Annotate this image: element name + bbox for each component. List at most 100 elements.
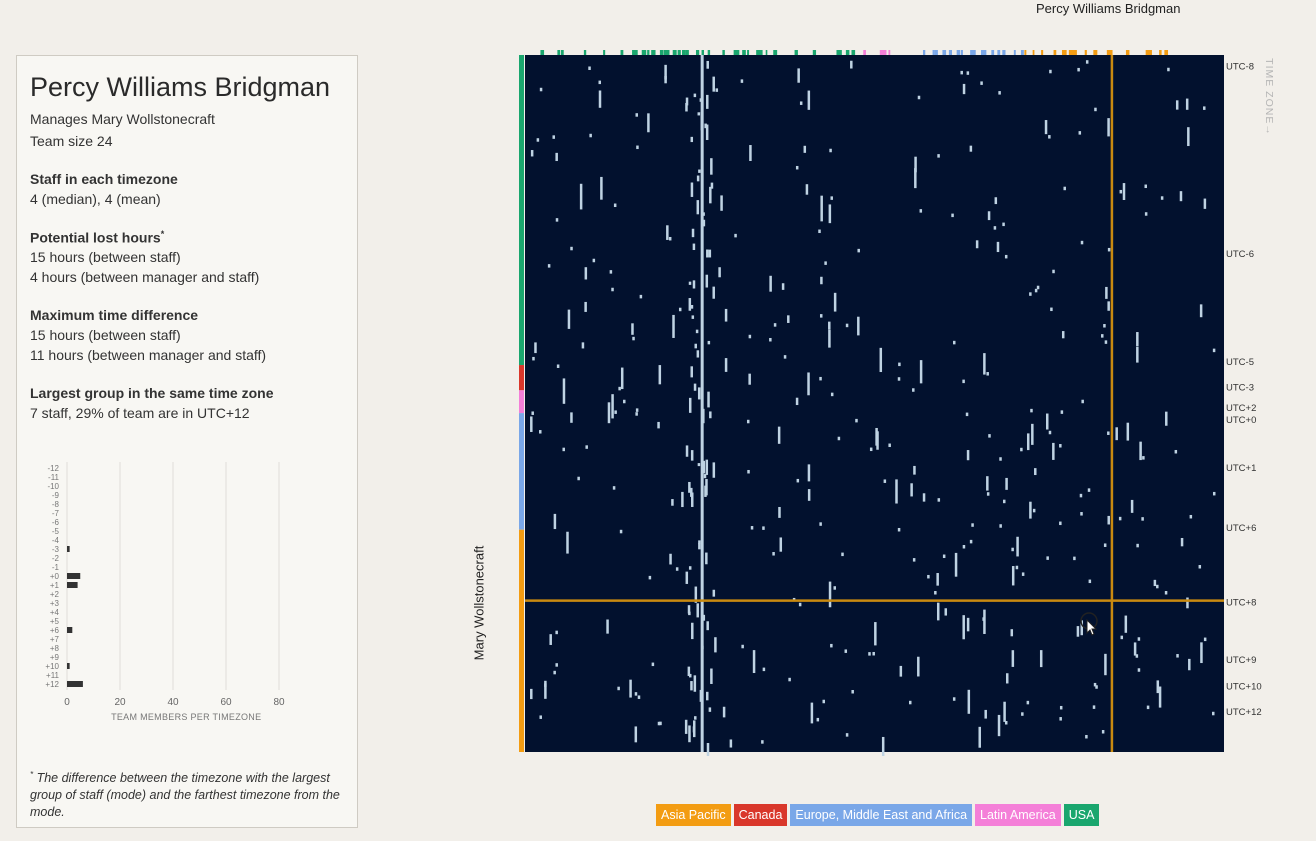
matrix-cell <box>614 410 617 414</box>
matrix-cell <box>637 695 641 699</box>
matrix-cell <box>1200 642 1203 664</box>
matrix-cell <box>647 113 650 133</box>
matrix-cell <box>828 321 831 330</box>
matrix-cell <box>962 83 966 95</box>
hist-y-tick: +1 <box>50 581 60 590</box>
matrix-cell <box>787 315 790 323</box>
matrix-cell <box>1120 635 1124 640</box>
hist-y-tick: -1 <box>52 563 60 572</box>
column-tick <box>1125 50 1130 55</box>
matrix-cell <box>828 581 832 608</box>
matrix-cell <box>1164 591 1168 595</box>
matrix-cell <box>1101 730 1105 734</box>
matrix-cell <box>1080 512 1083 516</box>
matrix-cell <box>969 145 973 152</box>
matrix-cell <box>975 240 979 249</box>
matrix-cell <box>657 421 660 429</box>
column-tick <box>882 50 887 55</box>
matrix-cell <box>748 373 751 385</box>
hist-x-label: TEAM MEMBERS PER TIMEZONE <box>111 712 261 722</box>
matrix-cell <box>746 419 750 424</box>
matrix-cell <box>1189 514 1193 519</box>
matrix-cell <box>869 447 873 452</box>
matrix-cell <box>696 603 699 618</box>
matrix-cell <box>687 666 691 677</box>
matrix-cell <box>606 619 609 634</box>
matrix-cell <box>1003 701 1006 722</box>
matrix-cell <box>708 249 712 258</box>
matrix-cell <box>664 64 667 84</box>
matrix-cell <box>1107 431 1110 435</box>
matrix-cell <box>1059 705 1063 710</box>
column-tick <box>997 50 1001 55</box>
matrix-cell <box>1115 427 1118 441</box>
matrix-cell <box>999 524 1002 528</box>
matrix-cell <box>724 358 728 372</box>
matrix-cell <box>530 416 533 432</box>
matrix-cell <box>1048 430 1052 435</box>
hist-y-tick: +0 <box>50 572 60 581</box>
timezone-label: UTC+10 <box>1226 682 1262 693</box>
matrix-cell <box>922 493 926 502</box>
matrix-cell <box>1011 650 1015 667</box>
matrix-cell <box>1136 332 1139 347</box>
matrix-cell <box>690 681 693 691</box>
matrix-cell <box>965 412 969 417</box>
matrix-cell <box>708 707 712 712</box>
matrix-cell <box>710 668 713 684</box>
matrix-cell <box>1136 543 1139 548</box>
matrix-cell <box>1085 60 1089 64</box>
column-tick <box>560 50 564 55</box>
legend-asia-pacific[interactable]: Asia Pacific <box>656 804 731 826</box>
matrix-cell <box>692 280 696 289</box>
legend-canada[interactable]: Canada <box>733 804 788 826</box>
matrix-cell <box>1141 517 1144 521</box>
legend-usa[interactable]: USA <box>1063 804 1100 826</box>
matrix-cell <box>669 553 672 565</box>
matrix-cell <box>1034 468 1037 476</box>
column-tick <box>695 50 700 55</box>
matrix-cell <box>1004 721 1008 725</box>
matrix-cell <box>986 476 989 491</box>
legend-latin-america[interactable]: Latin America <box>975 804 1061 826</box>
matrix-cell <box>1011 547 1014 552</box>
matrix-cell <box>1188 658 1191 671</box>
matrix-cell <box>1105 286 1108 299</box>
matrix-cell <box>980 81 983 85</box>
column-tick <box>760 50 763 55</box>
matrix-cell <box>752 650 756 674</box>
timezone-label: UTC+12 <box>1226 707 1262 718</box>
matrix-cell <box>694 716 697 720</box>
column-tick <box>641 50 644 55</box>
matrix-cell <box>1185 98 1189 110</box>
column-tick <box>813 50 817 55</box>
matrix-cell <box>631 323 634 335</box>
matrix-cell <box>1073 556 1076 561</box>
matrix-cell <box>691 622 694 640</box>
matrix-cell <box>1087 488 1091 492</box>
matrix-cell <box>694 343 697 349</box>
matrix-cell <box>648 575 652 580</box>
hist-y-tick: +7 <box>50 635 60 644</box>
matrix-cell <box>698 169 701 173</box>
hist-y-tick: -4 <box>52 536 60 545</box>
matrix-cell <box>734 233 737 238</box>
matrix-cell <box>962 379 965 384</box>
row-region-bar <box>519 55 524 366</box>
column-tick <box>677 50 681 55</box>
timezone-label: UTC-3 <box>1226 382 1254 393</box>
legend-emea[interactable]: Europe, Middle East and Africa <box>790 804 973 826</box>
matrix-cell <box>1046 556 1049 560</box>
timezone-matrix[interactable]: UTC-8 UTC-6 UTC-5 UTC-3 UTC+2UTC+0 UTC+1 UTC+6… <box>512 40 1272 756</box>
matrix-cell <box>1078 131 1082 135</box>
matrix-cell <box>954 552 958 577</box>
matrix-cell <box>1093 682 1097 687</box>
matrix-cell <box>917 95 921 100</box>
matrix-cell <box>1029 292 1032 296</box>
hist-y-tick: +2 <box>50 590 60 599</box>
matrix-cell <box>696 350 700 358</box>
matrix-cell <box>707 340 711 345</box>
matrix-cell <box>1174 449 1178 454</box>
column-tick <box>1084 50 1087 55</box>
matrix-cell <box>668 236 672 241</box>
